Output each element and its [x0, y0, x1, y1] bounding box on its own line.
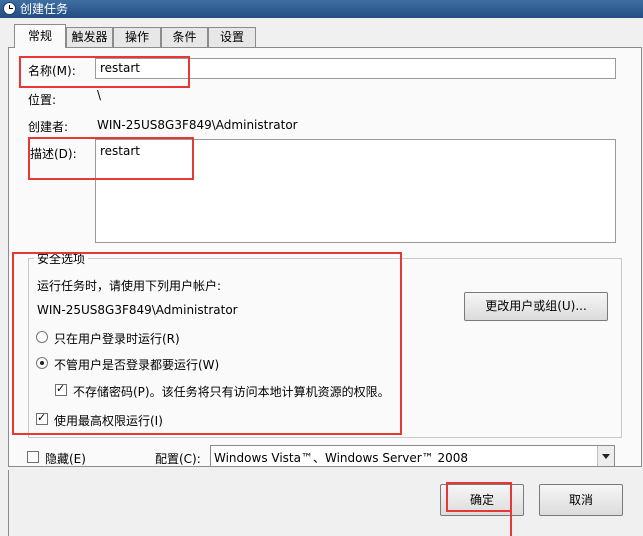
highlight-ok-tail	[510, 512, 512, 536]
highest-privileges-label[interactable]: 使用最高权限运行(I)	[54, 412, 163, 429]
change-user-button[interactable]: 更改用户或组(U)...	[464, 292, 608, 321]
description-value: restart	[100, 144, 141, 158]
run-as-prompt: 运行任务时，请使用下列用户帐户:	[37, 279, 222, 293]
config-label: 配置(C):	[155, 452, 201, 466]
radio-run-logged-on-label[interactable]: 只在用户登录时运行(R)	[54, 330, 180, 347]
description-input[interactable]: restart	[95, 139, 616, 243]
run-as-user: WIN-25US8G3F849\Administrator	[37, 303, 238, 317]
tab-triggers[interactable]: 触发器	[66, 27, 113, 47]
radio-run-logged-on[interactable]	[36, 331, 48, 343]
tab-general[interactable]: 常规	[14, 24, 66, 48]
dialog-left-edge	[8, 470, 9, 536]
location-label: 位置:	[28, 93, 57, 107]
name-value: restart	[100, 61, 141, 75]
location-value: \	[97, 88, 102, 102]
window-title: 创建任务	[20, 2, 69, 16]
clock-icon	[3, 2, 16, 15]
radio-run-whether-logged-on[interactable]	[36, 357, 48, 369]
title-bar[interactable]: 创建任务	[0, 0, 643, 18]
radio-run-whether-logged-on-label[interactable]: 不管用户是否登录都要运行(W)	[54, 356, 219, 373]
highest-privileges-checkbox[interactable]	[36, 411, 48, 425]
no-store-password-checkbox[interactable]	[55, 382, 67, 396]
hidden-checkbox[interactable]	[27, 451, 39, 463]
name-input[interactable]: restart	[95, 58, 616, 79]
tab-conditions[interactable]: 条件	[161, 27, 208, 47]
tab-settings[interactable]: 设置	[208, 27, 256, 47]
author-label: 创建者:	[28, 120, 69, 134]
name-label: 名称(M):	[28, 64, 76, 78]
tab-actions[interactable]: 操作	[113, 27, 161, 47]
security-options-legend: 安全选项	[34, 250, 89, 267]
author-value: WIN-25US8G3F849\Administrator	[97, 118, 298, 132]
config-select[interactable]: Windows Vista™、Windows Server™ 2008	[210, 445, 615, 467]
description-label: 描述(D):	[30, 147, 77, 161]
cancel-button[interactable]: 取消	[539, 484, 623, 516]
config-value: Windows Vista™、Windows Server™ 2008	[214, 451, 469, 465]
hidden-label[interactable]: 隐藏(E)	[45, 450, 86, 467]
chevron-down-icon[interactable]	[597, 446, 614, 466]
no-store-password-label[interactable]: 不存储密码(P)。该任务将只有访问本地计算机资源的权限。	[73, 383, 390, 400]
